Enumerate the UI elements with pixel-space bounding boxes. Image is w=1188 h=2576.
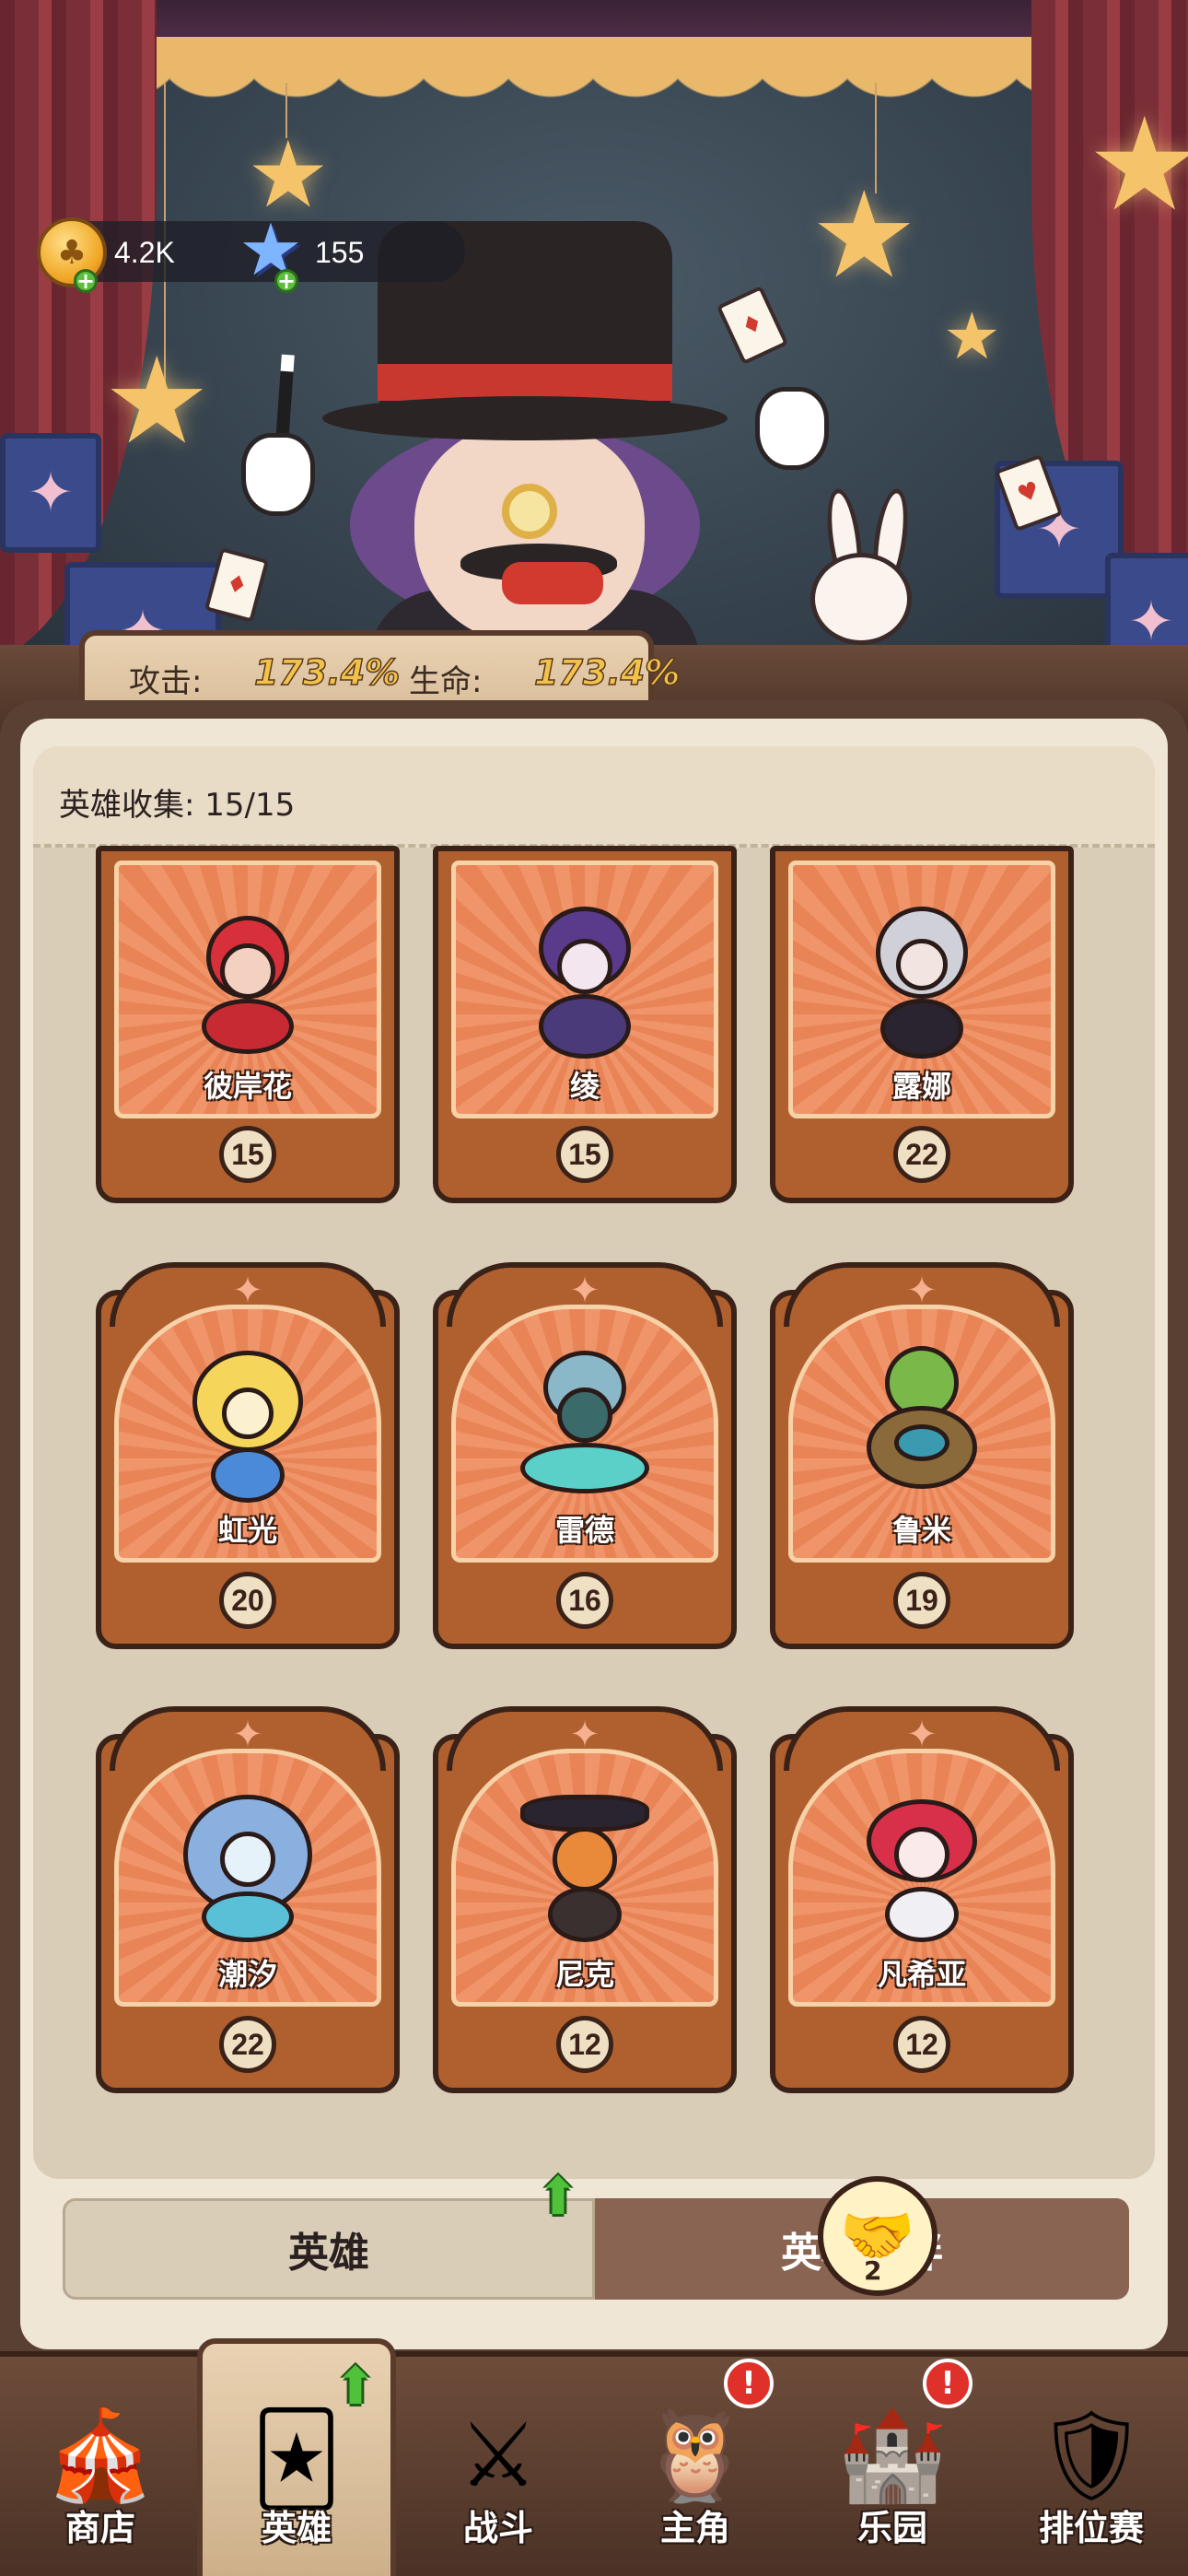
bond-count-badge: 2	[864, 2255, 882, 2286]
glove-right	[755, 387, 829, 470]
hanging-star-icon: ★	[1087, 90, 1188, 240]
hero-portrait-icon	[165, 888, 331, 1072]
hero-portrait-icon	[839, 1332, 1005, 1516]
castle-icon: 🏰	[837, 2404, 948, 2507]
nav-label: 排位赛	[1038, 2508, 1144, 2548]
hero-tab-switcher: 英雄 英雄羁绊	[63, 2198, 1129, 2300]
nav-battle[interactable]: ⚔ 战斗	[411, 2368, 586, 2576]
attack-label: 攻击:	[129, 663, 203, 700]
hero-level-badge: 22	[219, 2016, 276, 2073]
hero-card[interactable]: 绫 15	[433, 846, 737, 1203]
circus-tent-icon: 🎪	[45, 2404, 156, 2507]
add-gems-icon[interactable]: +	[274, 269, 298, 293]
hero-name: 凡希亚	[877, 1957, 966, 1992]
nav-label: 战斗	[462, 2508, 533, 2548]
hero-name: 尼克	[554, 1957, 614, 1992]
hp-label: 生命:	[409, 663, 483, 700]
nav-shop[interactable]: 🎪 商店	[13, 2368, 188, 2576]
curtain-scallops	[0, 37, 1188, 129]
add-gold-icon[interactable]: +	[74, 269, 98, 293]
glove-left	[241, 433, 315, 516]
hero-card[interactable]: 彼岸花 15	[96, 846, 400, 1203]
hero-card[interactable]: ✦ 尼克 12	[433, 1706, 737, 2093]
hero-name: 鲁米	[891, 1513, 951, 1548]
upgrade-arrow-icon: ⬆	[333, 2357, 378, 2417]
hero-name: 彼岸花	[203, 1069, 292, 1104]
hero-name: 绫	[569, 1069, 600, 1104]
tab-heroes[interactable]: 英雄	[63, 2198, 595, 2300]
playing-card-icon: ♦	[204, 547, 270, 623]
hero-card[interactable]: 露娜 22	[770, 846, 1074, 1203]
upgrade-arrow-icon: ⬆	[536, 2167, 580, 2227]
nav-label: 主角	[659, 2508, 730, 2548]
attack-value: 173.4%	[253, 651, 401, 694]
nav-ranked[interactable]: 🛡 排位赛	[1004, 2368, 1179, 2576]
hero-card[interactable]: ✦ 雷德 16	[433, 1262, 737, 1649]
winged-star-shield-icon: 🛡	[1035, 2404, 1147, 2507]
hero-portrait-icon	[502, 1332, 668, 1516]
hero-name: 虹光	[217, 1513, 277, 1548]
alert-badge-icon: !	[923, 2359, 973, 2408]
collection-title: 英雄收集: 15/15	[59, 787, 296, 824]
owl-icon: 🦉	[640, 2404, 751, 2507]
hanging-star-icon: ★	[247, 121, 330, 228]
monocle-icon	[502, 484, 557, 539]
gem-amount: 155	[315, 236, 365, 269]
rabbit	[810, 553, 912, 645]
alert-badge-icon: !	[724, 2359, 774, 2408]
hero-portrait-icon	[839, 1776, 1005, 1961]
bowtie-icon	[502, 562, 603, 604]
hp-value: 173.4%	[533, 651, 681, 694]
hero-portrait-icon	[502, 1776, 668, 1961]
hero-level-badge: 15	[556, 1126, 613, 1183]
stage-banner: ★ ★ ★ ★ ★ ♦ ♥ ♦	[0, 0, 1188, 700]
hero-portrait-icon	[839, 888, 1005, 1072]
hero-level-badge: 16	[556, 1572, 613, 1629]
hero-level-badge: 19	[893, 1572, 950, 1629]
hero-name: 雷德	[554, 1513, 614, 1548]
hero-portrait-icon	[165, 1332, 331, 1516]
hanging-star-icon: ★	[103, 331, 211, 471]
playing-card-icon: ♦	[716, 285, 789, 366]
hero-name: 露娜	[891, 1069, 951, 1104]
hero-card[interactable]: ✦ 凡希亚 12	[770, 1706, 1074, 2093]
hero-level-badge: 15	[219, 1126, 276, 1183]
nav-label: 乐园	[856, 2508, 927, 2548]
crossed-guns-icon: ⚔	[458, 2404, 539, 2507]
hero-portrait-icon	[165, 1776, 331, 1961]
hero-portrait-icon	[502, 888, 668, 1072]
hero-level-badge: 22	[893, 1126, 950, 1183]
hanging-star-icon: ★	[810, 165, 918, 305]
hat-band	[378, 364, 672, 401]
hero-card[interactable]: ✦ 潮汐 22	[96, 1706, 400, 2093]
hero-level-badge: 12	[556, 2016, 613, 2073]
hat-brim	[322, 396, 728, 440]
hero-level-badge: 20	[219, 1572, 276, 1629]
nav-label: 英雄	[261, 2508, 332, 2548]
hero-card[interactable]: ✦ 鲁米 19	[770, 1262, 1074, 1649]
hero-card[interactable]: ✦ 虹光 20	[96, 1262, 400, 1649]
hero-level-badge: 12	[893, 2016, 950, 2073]
magic-box	[0, 433, 101, 553]
hanging-star-icon: ★	[943, 299, 1001, 374]
hero-name: 潮汐	[217, 1957, 277, 1992]
nav-label: 商店	[64, 2508, 135, 2548]
gold-amount: 4.2K	[114, 236, 175, 269]
